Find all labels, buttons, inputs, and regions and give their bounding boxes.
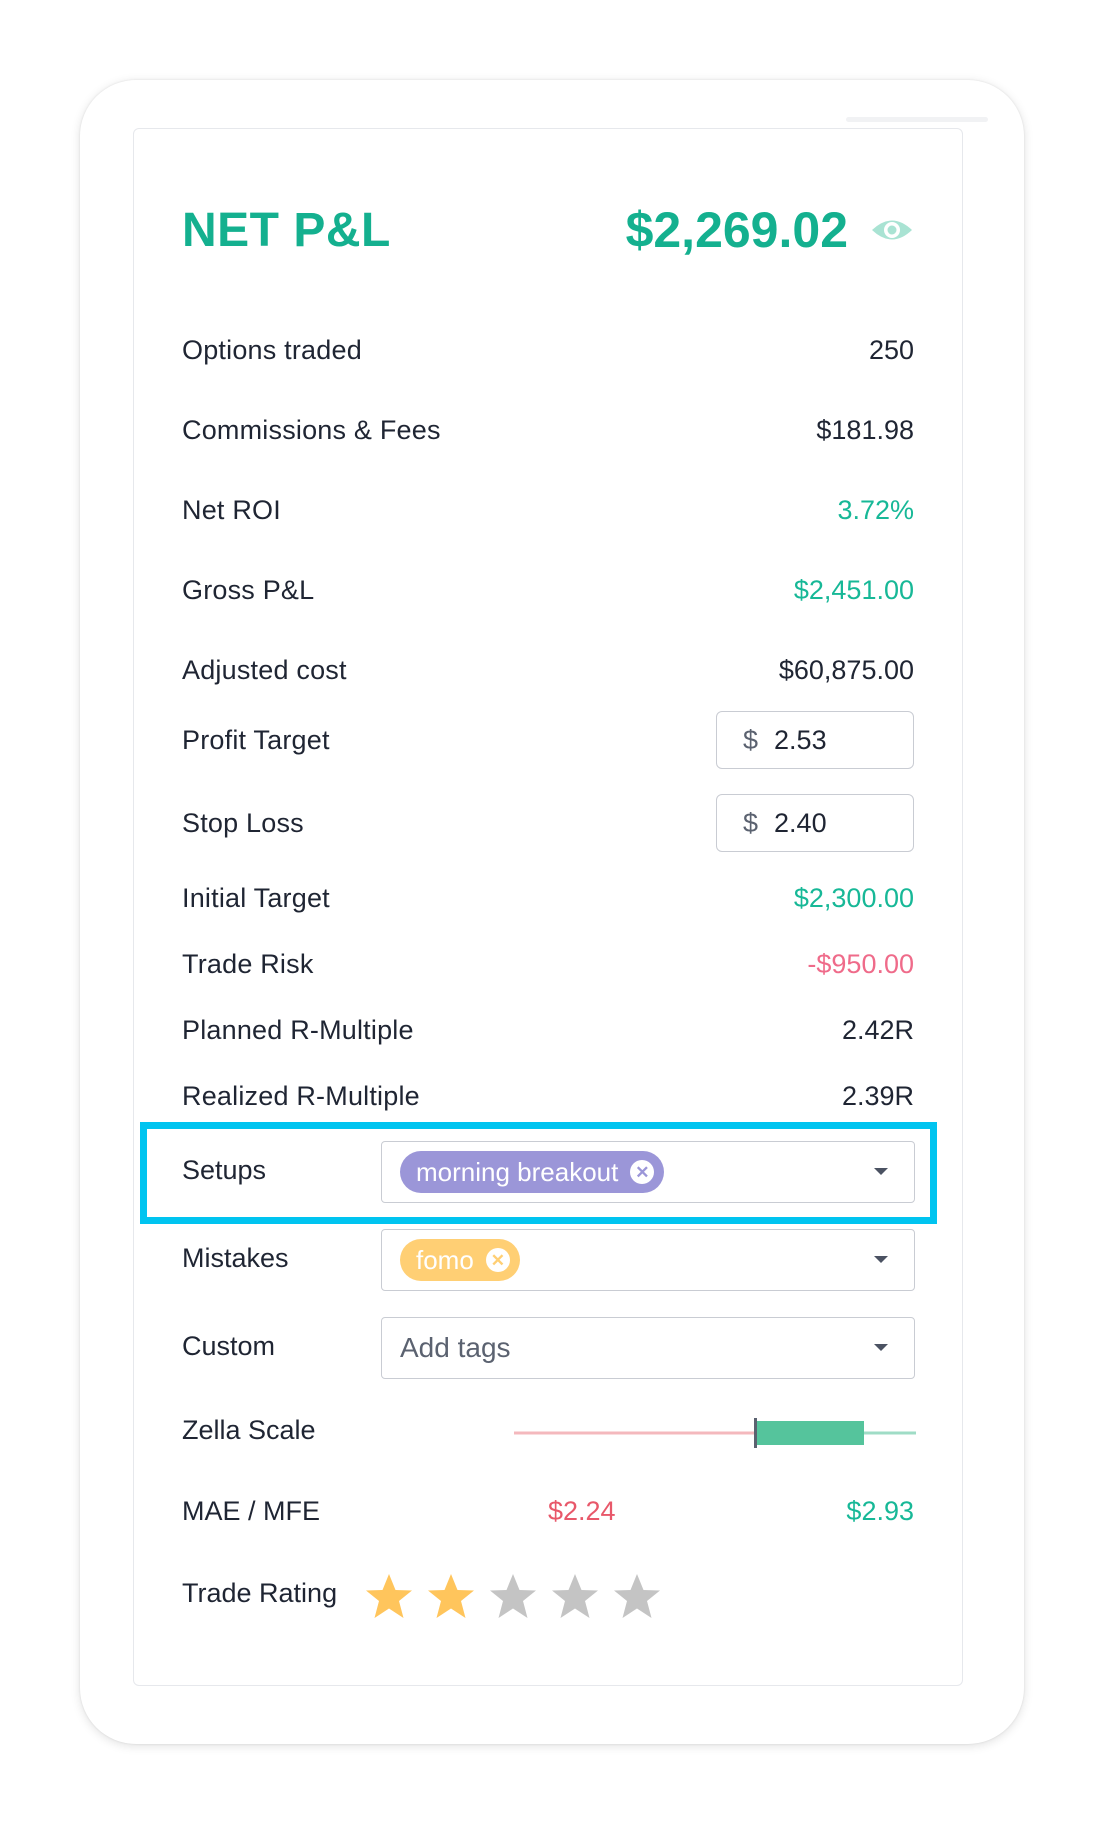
mistake-tag-chip: fomo ✕	[400, 1239, 520, 1281]
remove-tag-icon[interactable]: ✕	[485, 1248, 510, 1272]
stop-loss-label: Stop Loss	[182, 807, 304, 838]
setups-label: Setups	[182, 1155, 267, 1185]
metric-row-realized-r: Realized R-Multiple 2.39R	[182, 1078, 914, 1114]
chevron-down-icon[interactable]	[874, 1168, 888, 1175]
metric-row-planned-r: Planned R-Multiple 2.42R	[182, 1012, 914, 1048]
stat-row-gross-pnl: Gross P&L $2,451.00	[182, 572, 914, 608]
chevron-down-icon[interactable]	[874, 1256, 888, 1263]
scale-fill	[755, 1421, 864, 1445]
stop-loss-row: Stop Loss $ 2.40	[182, 793, 914, 853]
mistakes-select[interactable]: fomo ✕	[381, 1229, 915, 1291]
stat-label: Net ROI	[182, 494, 281, 525]
mfe-value: $2.93	[846, 1496, 914, 1526]
stat-row-options-traded: Options traded 250	[182, 332, 914, 368]
stat-label: Commissions & Fees	[182, 414, 441, 445]
stat-value: $181.98	[816, 414, 914, 445]
setup-tag-chip: morning breakout ✕	[400, 1151, 665, 1193]
stat-value: 3.72%	[837, 494, 914, 525]
profit-target-input[interactable]: $ 2.53	[716, 711, 914, 769]
stat-row-net-roi: Net ROI 3.72%	[182, 492, 914, 528]
custom-select[interactable]: Add tags	[381, 1317, 915, 1379]
zella-scale-bar	[514, 1418, 916, 1448]
remove-tag-icon[interactable]: ✕	[630, 1160, 655, 1184]
metric-value: 2.39R	[841, 1080, 914, 1111]
scale-marker	[754, 1418, 757, 1448]
card-top-edge	[846, 117, 988, 122]
currency-symbol: $	[743, 807, 759, 838]
trade-rating-label: Trade Rating	[182, 1578, 338, 1608]
stat-value: 250	[868, 334, 914, 365]
profit-target-value: 2.53	[774, 724, 827, 755]
mistakes-label: Mistakes	[182, 1243, 289, 1273]
net-pnl-amount: $2,269.02	[625, 202, 848, 258]
metric-label: Initial Target	[182, 882, 330, 913]
stat-label: Adjusted cost	[182, 654, 347, 685]
metric-row-trade-risk: Trade Risk -$950.00	[182, 946, 914, 982]
stop-loss-value: 2.40	[774, 807, 827, 838]
stat-value: $2,451.00	[793, 574, 914, 605]
metric-value: -$950.00	[807, 948, 914, 979]
net-pnl-title: NET P&L	[182, 203, 391, 257]
star-empty-icon[interactable]	[488, 1572, 538, 1622]
setups-select[interactable]: morning breakout ✕	[381, 1141, 915, 1203]
profit-target-row: Profit Target $ 2.53	[182, 710, 914, 770]
stop-loss-input[interactable]: $ 2.40	[716, 794, 914, 852]
zella-scale-label: Zella Scale	[182, 1415, 316, 1445]
stat-row-commissions: Commissions & Fees $181.98	[182, 412, 914, 448]
metric-row-initial-target: Initial Target $2,300.00	[182, 880, 914, 916]
mistake-tag-label: fomo	[416, 1244, 474, 1275]
stat-label: Gross P&L	[182, 574, 315, 605]
metric-label: Realized R-Multiple	[182, 1080, 420, 1111]
setup-tag-label: morning breakout	[416, 1156, 619, 1187]
currency-symbol: $	[743, 724, 759, 755]
profit-target-label: Profit Target	[182, 724, 330, 755]
star-empty-icon[interactable]	[550, 1572, 600, 1622]
metric-value: $2,300.00	[793, 882, 914, 913]
net-pnl-header: NET P&L $2,269.02	[182, 200, 914, 260]
eye-icon[interactable]	[870, 215, 914, 245]
custom-placeholder: Add tags	[400, 1332, 511, 1363]
star-filled-icon[interactable]	[426, 1572, 476, 1622]
metric-value: 2.42R	[841, 1014, 914, 1045]
star-filled-icon[interactable]	[364, 1572, 414, 1622]
chevron-down-icon[interactable]	[874, 1344, 888, 1351]
mae-mfe-label: MAE / MFE	[182, 1496, 321, 1526]
stat-label: Options traded	[182, 334, 362, 365]
stat-row-adjusted-cost: Adjusted cost $60,875.00	[182, 652, 914, 688]
custom-label: Custom	[182, 1331, 276, 1361]
trade-rating-stars[interactable]	[364, 1572, 662, 1622]
metric-label: Trade Risk	[182, 948, 314, 979]
stat-value: $60,875.00	[778, 654, 914, 685]
mae-value: $2.24	[548, 1496, 616, 1526]
star-empty-icon[interactable]	[612, 1572, 662, 1622]
metric-label: Planned R-Multiple	[182, 1014, 414, 1045]
